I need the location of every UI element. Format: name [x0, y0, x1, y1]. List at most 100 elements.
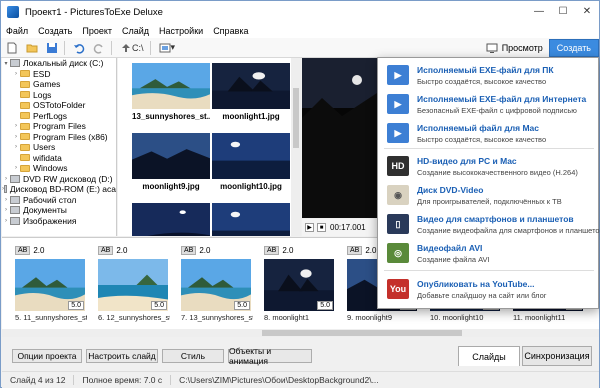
file-thumbnail[interactable] — [212, 203, 290, 236]
slide-item[interactable]: AB 2.0 5.0 7. 13_sunnyshores_st... — [181, 245, 253, 322]
menu-project[interactable]: Проект — [77, 26, 117, 36]
folder-up-icon — [122, 43, 130, 52]
expand-arrow-icon[interactable]: ▾ — [2, 60, 10, 67]
tab-slides[interactable]: Слайды — [458, 346, 520, 366]
new-file-button[interactable] — [3, 40, 21, 56]
tree-item[interactable]: › Program Files — [2, 121, 116, 132]
tree-item[interactable]: › Windows — [2, 163, 116, 174]
slide-item[interactable]: AB 2.0 5.0 8. moonlight1 — [264, 245, 336, 322]
file-thumbnail[interactable]: moonlight9.jpg — [132, 133, 210, 191]
tree-item-label: PerfLogs — [33, 110, 68, 121]
maximize-button[interactable]: ☐ — [551, 1, 575, 21]
open-folder-button[interactable] — [23, 40, 41, 56]
transition-badge[interactable]: AB — [15, 245, 31, 255]
create-menu-item[interactable]: ◉ Диск DVD-Video Для проигрывателей, подкл… — [378, 180, 600, 210]
transition-badge[interactable]: AB — [181, 245, 197, 255]
menu-slide[interactable]: Слайд — [117, 26, 154, 36]
tree-item[interactable]: › Рабочий стол — [2, 195, 116, 206]
undo-button[interactable] — [70, 40, 88, 56]
save-button[interactable] — [43, 40, 61, 56]
transition-badge[interactable]: AB — [98, 245, 114, 255]
drive-icon — [10, 216, 20, 225]
tree-item[interactable]: wifidata — [2, 153, 116, 164]
menu-create[interactable]: Создать — [33, 26, 77, 36]
slide-strip-scrollbar[interactable] — [2, 329, 599, 337]
new-file-icon — [7, 42, 17, 53]
objects-animation-button[interactable]: Объекты и анимация — [228, 346, 312, 366]
create-menu-title: Видеофайл AVI — [417, 242, 483, 253]
preview-time: 00:17.001 — [330, 223, 366, 232]
app-icon — [7, 6, 19, 18]
tree-item[interactable]: PerfLogs — [2, 111, 116, 122]
menu-settings[interactable]: Настройки — [154, 26, 208, 36]
tab-sync[interactable]: Синхронизация — [522, 346, 592, 366]
slide-image: 5.0 — [264, 259, 334, 311]
tree-item[interactable]: › Дисковод BD-ROM (E:) аса — [2, 184, 116, 195]
create-menu-desc: Создание видеофайла для смартфонов и пла… — [417, 225, 600, 235]
minimize-button[interactable]: — — [527, 1, 551, 21]
close-button[interactable]: ✕ — [575, 1, 599, 21]
create-menu-desc: Создание файла AVI — [417, 254, 490, 264]
view-mode-button[interactable]: ▾ — [156, 40, 179, 56]
expand-arrow-icon[interactable]: › — [12, 165, 20, 171]
menu-help[interactable]: Справка — [208, 26, 253, 36]
thumbnails-scrollbar[interactable] — [291, 58, 301, 236]
create-button[interactable]: Создать — [548, 39, 599, 57]
tree-item[interactable]: › Изображения — [2, 216, 116, 227]
slide-duration: 5.0 — [68, 301, 84, 310]
folder-icon — [20, 101, 30, 109]
menu-file[interactable]: Файл — [1, 26, 33, 36]
create-menu-item[interactable]: You Опубликовать на YouTube... Добавьте сл… — [378, 274, 600, 304]
path-button[interactable]: C:\ — [117, 40, 147, 56]
tree-item[interactable]: Games — [2, 79, 116, 90]
thumbnail-image — [212, 133, 290, 179]
create-menu-item[interactable]: HD HD-видео для PC и Mac Создание высокока… — [378, 151, 600, 181]
expand-arrow-icon[interactable]: › — [12, 144, 20, 150]
tree-item-label: Изображения — [23, 215, 77, 226]
expand-arrow-icon[interactable]: › — [2, 197, 10, 203]
create-menu-desc: Для проигрывателей, подключённых к ТВ — [417, 196, 562, 206]
create-menu-item[interactable]: ◎ Видеофайл AVI Создание файла AVI — [378, 238, 600, 268]
toolbar: C:\ ▾ Просмотр Создать — [1, 38, 599, 58]
preview-image — [302, 58, 377, 218]
expand-arrow-icon[interactable]: › — [12, 71, 20, 77]
tree-item[interactable]: › DVD RW дисковод (D:) — [2, 174, 116, 185]
expand-arrow-icon[interactable]: › — [12, 134, 20, 140]
expand-arrow-icon[interactable]: › — [2, 176, 10, 182]
tree-item[interactable]: › Program Files (x86) — [2, 132, 116, 143]
expand-arrow-icon[interactable]: › — [12, 123, 20, 129]
file-thumbnail[interactable] — [132, 203, 210, 236]
transition-badge[interactable]: AB — [347, 245, 363, 255]
create-menu-desc: Быстро создаётся, высокое качество — [417, 134, 547, 144]
scrollbar-thumb[interactable] — [262, 330, 462, 336]
style-button[interactable]: Стиль — [162, 349, 224, 363]
preview-button[interactable]: Просмотр — [480, 39, 549, 57]
tree-item[interactable]: Logs — [2, 90, 116, 101]
drive-icon — [4, 185, 7, 194]
tree-item[interactable]: ▾ Локальный диск (C:) — [2, 58, 116, 69]
slide-image: 5.0 — [181, 259, 251, 311]
tree-item[interactable]: › ESD — [2, 69, 116, 80]
project-options-button[interactable]: Опции проекта — [12, 349, 82, 363]
slide-item[interactable]: AB 2.0 5.0 6. 12_sunnyshores_st... — [98, 245, 170, 322]
create-menu-item[interactable]: ▶ Исполняемый файл для Mac Быстро создаётс… — [378, 118, 600, 148]
thumbnail-image — [132, 63, 210, 109]
tree-item[interactable]: OSTotoFolder — [2, 100, 116, 111]
file-thumbnail[interactable]: moonlight1.jpg — [212, 63, 290, 121]
expand-arrow-icon[interactable]: › — [2, 207, 10, 213]
tree-item[interactable]: › Документы — [2, 205, 116, 216]
play-button[interactable]: ▶ — [305, 223, 314, 232]
slide-item[interactable]: AB 2.0 5.0 5. 11_sunnyshores_st... — [15, 245, 87, 322]
stop-button[interactable]: ■ — [317, 223, 326, 232]
create-menu-item[interactable]: ▶ Исполняемый EXE-файл для ПК Быстро созда… — [378, 60, 600, 90]
tree-item[interactable]: › Users — [2, 142, 116, 153]
create-menu-item[interactable]: ▯ Видео для смартфонов и планшетов Создани… — [378, 209, 600, 239]
create-menu-item[interactable]: ▶ Исполняемый EXE-файл для Интернета Безоп… — [378, 89, 600, 119]
file-thumbnail[interactable]: 13_sunnyshores_st... — [132, 63, 210, 121]
transition-badge[interactable]: AB — [264, 245, 280, 255]
customize-slide-button[interactable]: Настроить слайд — [86, 349, 158, 363]
file-thumbnail[interactable]: moonlight10.jpg — [212, 133, 290, 191]
redo-button[interactable] — [90, 40, 108, 56]
scrollbar-thumb[interactable] — [293, 88, 299, 148]
expand-arrow-icon[interactable]: › — [2, 218, 10, 224]
